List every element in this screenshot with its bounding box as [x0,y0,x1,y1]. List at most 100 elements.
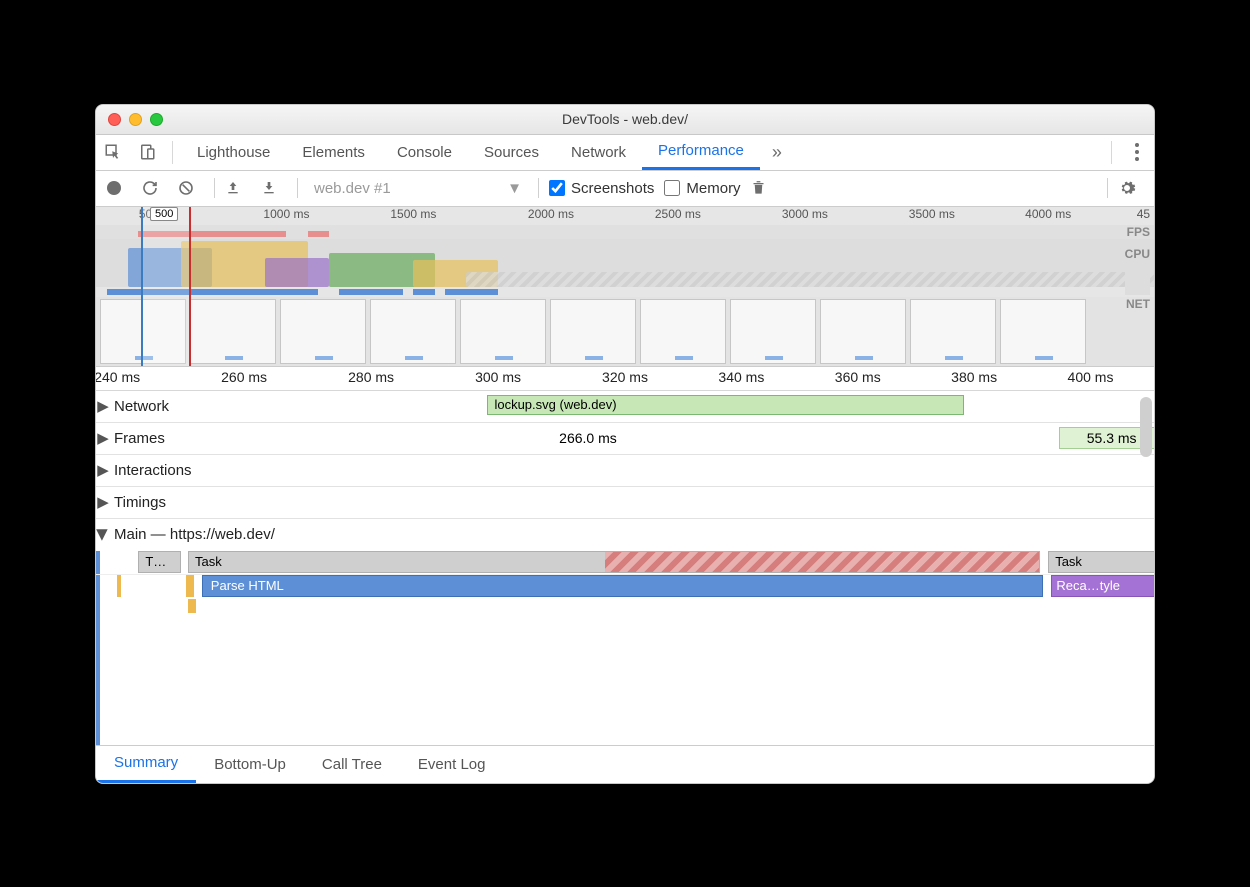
filmstrip-thumb[interactable] [280,299,366,364]
ruler-tick: 300 ms [475,369,521,385]
overview-tick: 2500 ms [655,207,701,221]
recording-selector[interactable]: web.dev #1 ▼ [308,180,528,197]
tab-network[interactable]: Network [555,135,642,170]
cpu-label: CPU [1125,247,1150,295]
ruler-tick: 360 ms [835,369,881,385]
titlebar: DevTools - web.dev/ [96,105,1154,135]
zoom-window-button[interactable] [150,113,163,126]
long-task-warning-icon [1028,551,1040,563]
save-profile-icon[interactable] [261,180,287,196]
tab-sources[interactable]: Sources [468,135,555,170]
track-timings[interactable]: ▶ Timings [96,487,1154,519]
capture-settings-icon[interactable] [1118,179,1144,197]
load-profile-icon[interactable] [225,180,251,196]
record-button[interactable] [106,180,132,196]
devtools-window: DevTools - web.dev/ Lighthouse Elements … [95,104,1155,784]
tab-console[interactable]: Console [381,135,468,170]
overview-selection[interactable] [141,207,191,366]
minimize-window-button[interactable] [129,113,142,126]
frame-entry[interactable]: 266.0 ms [117,427,1059,449]
overview-fps [96,225,1154,239]
overview-cpu [96,239,1154,287]
filmstrip-thumb[interactable] [640,299,726,364]
flame-ruler: 240 ms 260 ms 280 ms 300 ms 320 ms 340 ms 360 … [96,367,1154,391]
delete-profile-icon[interactable] [751,180,777,196]
detail-tab-bottomup[interactable]: Bottom-Up [196,746,304,783]
filmstrip-thumb[interactable] [820,299,906,364]
memory-checkbox[interactable]: Memory [664,180,740,197]
ruler-tick: 380 ms [951,369,997,385]
overview-ticks: 500 1000 ms 1500 ms 2000 ms 2500 ms 3000 ms 35… [96,207,1154,225]
overview-timeline[interactable]: 500 1000 ms 1500 ms 2000 ms 2500 ms 3000 ms 35… [96,207,1154,367]
fps-label: FPS [1127,225,1150,239]
overview-tick: 1500 ms [390,207,436,221]
filmstrip-thumb[interactable] [190,299,276,364]
tab-performance[interactable]: Performance [642,135,760,170]
detail-tab-eventlog[interactable]: Event Log [400,746,504,783]
filmstrip-thumb[interactable] [910,299,996,364]
main-thread-flame[interactable]: T… Task Task Parse HTML Reca…tyle [96,551,1154,745]
script-bar[interactable] [117,575,121,597]
track-frames[interactable]: ▶ Frames 266.0 ms 55.3 ms [96,423,1154,455]
overview-tick: 2000 ms [528,207,574,221]
task-bar[interactable]: Task [1048,551,1154,573]
scrollbar-thumb[interactable] [1140,397,1152,457]
expand-icon[interactable]: ▶ [96,493,110,511]
detail-tab-summary[interactable]: Summary [96,746,196,783]
overview-tick: 3500 ms [909,207,955,221]
collapse-icon[interactable]: ▶ [96,528,112,542]
ruler-tick: 240 ms [96,369,140,385]
ruler-tick: 320 ms [602,369,648,385]
filmstrip-thumb[interactable] [730,299,816,364]
overview-tick: 45 [1137,207,1150,221]
ruler-tick: 280 ms [348,369,394,385]
recalculate-style-bar[interactable]: Reca…tyle [1051,575,1154,597]
track-network[interactable]: ▶ Network lockup.svg (web.dev) [96,391,1154,423]
panel-tabs: Lighthouse Elements Console Sources Netw… [96,135,1154,171]
clear-button[interactable] [178,180,204,196]
expand-icon[interactable]: ▶ [96,429,110,447]
tab-lighthouse[interactable]: Lighthouse [181,135,286,170]
filmstrip-thumb[interactable] [1000,299,1086,364]
device-toolbar-icon[interactable] [130,135,164,170]
overview-tick: 4000 ms [1025,207,1071,221]
dropdown-icon: ▼ [507,180,522,197]
overview-tick: 1000 ms [263,207,309,221]
flame-chart[interactable]: 240 ms 260 ms 280 ms 300 ms 320 ms 340 ms 360 … [96,367,1154,745]
track-interactions[interactable]: ▶ Interactions [96,455,1154,487]
detail-tab-calltree[interactable]: Call Tree [304,746,400,783]
task-bar[interactable]: Task [188,551,1040,573]
script-bar[interactable] [188,599,196,613]
screenshots-checkbox[interactable]: Screenshots [549,180,654,197]
performance-toolbar: web.dev #1 ▼ Screenshots Memory [96,171,1154,207]
expand-icon[interactable]: ▶ [96,397,110,415]
filmstrip-thumb[interactable] [370,299,456,364]
detail-tabs: Summary Bottom-Up Call Tree Event Log [96,745,1154,783]
recording-name: web.dev #1 [314,180,391,197]
more-tabs-icon[interactable]: » [760,135,794,170]
window-title: DevTools - web.dev/ [96,111,1154,127]
overview-filmstrip [96,297,1154,366]
script-bar[interactable] [186,575,194,597]
tab-elements[interactable]: Elements [286,135,381,170]
parse-html-bar[interactable]: Parse HTML [202,575,1043,597]
filmstrip-thumb[interactable] [460,299,546,364]
reload-record-button[interactable] [142,180,168,196]
net-label: NET [1126,297,1150,307]
task-bar[interactable]: T… [138,551,180,573]
devtools-menu-icon[interactable] [1120,135,1154,170]
expand-icon[interactable]: ▶ [96,461,110,479]
track-main[interactable]: ▶ Main — https://web.dev/ [96,519,1154,551]
close-window-button[interactable] [108,113,121,126]
inspect-element-icon[interactable] [96,135,130,170]
overview-tick: 3000 ms [782,207,828,221]
ruler-tick: 340 ms [718,369,764,385]
screenshots-check-input[interactable] [549,180,565,196]
memory-check-input[interactable] [664,180,680,196]
selection-handle-label[interactable]: 500 [150,207,178,221]
filmstrip-thumb[interactable] [550,299,636,364]
ruler-tick: 260 ms [221,369,267,385]
overview-net [96,287,1154,297]
traffic-lights [108,113,163,126]
network-entry[interactable]: lockup.svg (web.dev) [487,395,963,415]
